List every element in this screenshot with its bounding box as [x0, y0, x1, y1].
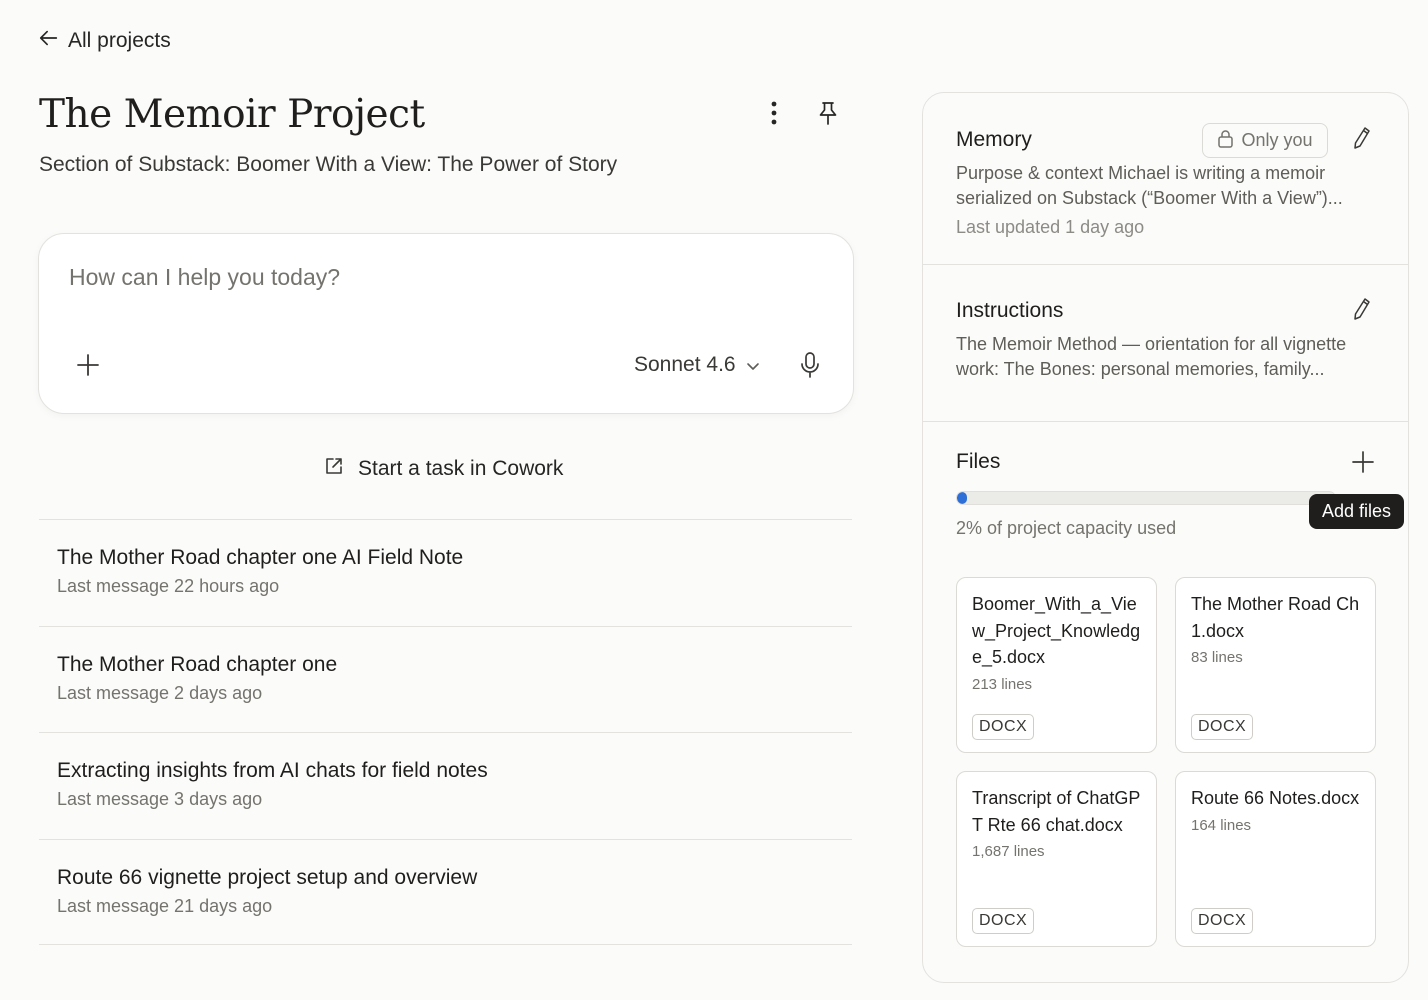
instructions-section: Instructions The Memoir Method — orienta… [923, 265, 1408, 422]
file-type-badge: DOCX [972, 714, 1035, 740]
chat-title: Route 66 vignette project setup and over… [57, 865, 478, 889]
file-name: Transcript of ChatGPT Rte 66 chat.docx [972, 788, 1141, 835]
capacity-progress-fill [957, 492, 967, 504]
prompt-input[interactable] [69, 264, 809, 291]
file-line-count: 164 lines [1191, 816, 1252, 834]
add-files-button[interactable] [1349, 450, 1377, 478]
instructions-summary: The Memoir Method — orientation for all … [956, 334, 1347, 379]
project-page: All projects The Memoir Project Section … [0, 0, 1428, 1000]
add-files-tooltip: Add files [1309, 494, 1405, 529]
project-knowledge-panel: Memory Only you Purpose & context Michae… [922, 92, 1409, 983]
edit-memory-button[interactable] [1349, 126, 1375, 155]
chat-list-item[interactable]: The Mother Road chapter one Last message… [39, 625, 852, 733]
chat-list: The Mother Road chapter one AI Field Not… [39, 519, 852, 945]
chat-title: The Mother Road chapter one AI Field Not… [57, 546, 464, 569]
file-card[interactable]: The Mother Road Ch 1.docx 83 lines DOCX [1175, 577, 1376, 753]
more-options-button[interactable] [760, 100, 788, 130]
lock-icon [1217, 129, 1234, 153]
file-line-count: 83 lines [1191, 649, 1243, 666]
add-attachment-button[interactable] [73, 352, 103, 382]
file-type-badge: DOCX [1191, 908, 1254, 934]
file-type-badge: DOCX [972, 908, 1035, 934]
external-link-icon [324, 456, 344, 482]
file-name: Boomer_With_a_View_Project_Knowledge_5.d… [972, 594, 1141, 667]
chat-last-message: Last message 3 days ago [57, 789, 263, 809]
file-grid: Boomer_With_a_View_Project_Knowledge_5.d… [956, 577, 1376, 947]
pencil-icon [1352, 297, 1372, 326]
chat-list-item[interactable]: Extracting insights from AI chats for fi… [39, 732, 852, 839]
chat-list-item[interactable]: The Mother Road chapter one AI Field Not… [39, 519, 852, 626]
chat-title: Extracting insights from AI chats for fi… [57, 759, 488, 782]
files-section: Files 2% of project capacity used Add fi… [923, 422, 1408, 982]
file-name: The Mother Road Ch 1.docx [1191, 594, 1360, 641]
plus-icon [76, 353, 100, 382]
chat-last-message: Last message 2 days ago [57, 682, 263, 703]
instructions-heading: Instructions [956, 299, 1064, 322]
file-card[interactable]: Route 66 Notes.docx 164 lines DOCX [1175, 771, 1376, 947]
arrow-left-icon [38, 27, 60, 55]
chat-title: The Mother Road chapter one [57, 652, 338, 676]
file-type-badge: DOCX [1191, 714, 1254, 740]
pin-button[interactable] [813, 100, 843, 130]
memory-summary: Purpose & context Michael is writing a m… [956, 163, 1343, 208]
chevron-down-icon [746, 353, 760, 377]
file-line-count: 1,687 lines [972, 843, 1045, 860]
file-card[interactable]: Boomer_With_a_View_Project_Knowledge_5.d… [956, 577, 1157, 753]
chat-last-message: Last message 22 hours ago [57, 576, 280, 596]
more-vertical-icon [770, 100, 778, 131]
cowork-label: Start a task in Cowork [358, 457, 564, 480]
memory-privacy-button[interactable]: Only you [1202, 123, 1328, 158]
chat-last-message: Last message 21 days ago [57, 895, 273, 916]
memory-section: Memory Only you Purpose & context Michae… [923, 93, 1408, 265]
memory-heading: Memory [956, 128, 1032, 151]
file-name: Route 66 Notes.docx [1191, 788, 1360, 808]
plus-icon [1351, 450, 1375, 479]
chat-composer: Sonnet 4.6 [38, 233, 854, 414]
model-selector[interactable]: Sonnet 4.6 [634, 353, 760, 377]
project-description: Section of Substack: Boomer With a View:… [39, 153, 618, 176]
capacity-progress-bar [956, 491, 1336, 505]
memory-updated: Last updated 1 day ago [956, 217, 1145, 237]
pencil-icon [1352, 126, 1372, 155]
microphone-icon [799, 351, 821, 384]
page-title: The Memoir Project [39, 92, 425, 137]
edit-instructions-button[interactable] [1349, 297, 1375, 326]
files-heading: Files [956, 450, 1001, 473]
pin-icon [817, 100, 839, 131]
all-projects-link[interactable]: All projects [38, 27, 171, 55]
capacity-text: 2% of project capacity used [956, 518, 1177, 538]
chat-list-item[interactable]: Route 66 vignette project setup and over… [39, 838, 852, 945]
start-cowork-task-link[interactable]: Start a task in Cowork [324, 456, 563, 482]
voice-input-button[interactable] [795, 351, 825, 384]
privacy-label: Only you [1241, 130, 1313, 150]
all-projects-label: All projects [68, 29, 171, 52]
file-line-count: 213 lines [972, 675, 1033, 693]
file-card[interactable]: Transcript of ChatGPT Rte 66 chat.docx 1… [956, 771, 1157, 947]
model-label: Sonnet 4.6 [634, 353, 736, 376]
